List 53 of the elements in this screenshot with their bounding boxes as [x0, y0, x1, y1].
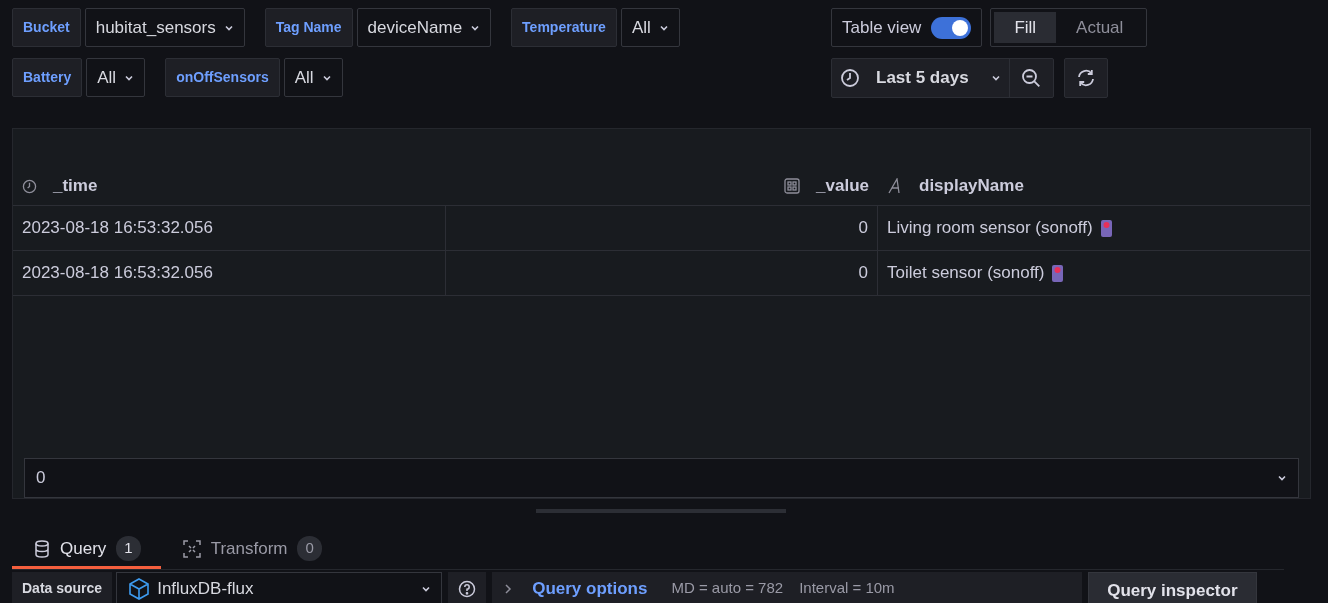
table-cell-text: 2023-08-18 16:53:32.056 [22, 262, 213, 285]
toggle-option[interactable]: Fill [994, 12, 1057, 43]
sensor-icon [1052, 264, 1064, 282]
cube-icon [127, 576, 152, 601]
variable-label: Battery [12, 58, 83, 97]
table-view-label: Table view [842, 16, 922, 39]
variable-dropdown[interactable]: hubitat_sensors [84, 8, 245, 47]
sensor-icon [1100, 219, 1112, 237]
transform-icon [182, 539, 201, 558]
help-button[interactable] [448, 572, 487, 603]
variable-dropdown[interactable]: All [620, 8, 680, 47]
clock-icon [840, 68, 860, 88]
variable-dropdown[interactable]: All [86, 58, 146, 97]
table-cell-text: 2023-08-18 16:53:32.056 [22, 217, 213, 240]
column-header[interactable]: _value [446, 173, 878, 199]
toggle-option[interactable]: Actual [1056, 12, 1144, 43]
grid-icon [784, 178, 801, 194]
query-options-button[interactable]: Query options [504, 575, 648, 602]
column-header[interactable]: _time [13, 173, 446, 199]
refresh-icon [1075, 68, 1096, 88]
footer-select[interactable]: 0 [24, 458, 1299, 498]
table-cell-text: 0 [858, 262, 868, 285]
count-badge: 0 [297, 536, 322, 561]
table-view-toggle[interactable]: Table view [831, 8, 983, 47]
help-icon [458, 579, 477, 598]
interval-text: Interval = 10m [799, 578, 895, 599]
count-badge: 1 [116, 536, 141, 561]
chevron-right-icon [504, 582, 513, 595]
tab[interactable]: Query 1 [12, 531, 161, 569]
variable-label: onOffSensors [165, 58, 280, 97]
table-cell-text: 0 [858, 217, 868, 240]
table-cell-text: Toilet sensor (sonoff) [887, 262, 1045, 285]
zoom-out-icon [1021, 68, 1042, 88]
variable-dropdown[interactable]: All [283, 58, 343, 97]
variable-label: Bucket [12, 8, 81, 47]
letter-a-icon [887, 178, 903, 194]
data-source-label: Data source [12, 572, 113, 603]
variable-label: Temperature [511, 8, 617, 47]
variable-label: Tag Name [264, 8, 353, 47]
chevron-down-icon [1277, 473, 1287, 483]
tab[interactable]: Transform 0 [160, 531, 342, 569]
variable-dropdown[interactable]: deviceName [356, 8, 492, 47]
chevron-down-icon [990, 73, 1001, 83]
time-range-button[interactable]: Last 5 days [832, 59, 1009, 97]
table-view-switch[interactable] [931, 16, 972, 39]
max-data-points-text: MD = auto = 782 [671, 578, 784, 599]
refresh-button[interactable] [1063, 58, 1108, 98]
database-icon [34, 539, 50, 558]
column-header[interactable]: displayName [878, 173, 1310, 199]
query-inspector-button[interactable]: Query inspector [1088, 571, 1257, 603]
data-source-select[interactable]: InfluxDB-flux [116, 572, 443, 603]
table-cell-text: Living room sensor (sonoff) [887, 217, 1093, 240]
clock-icon [22, 178, 37, 194]
